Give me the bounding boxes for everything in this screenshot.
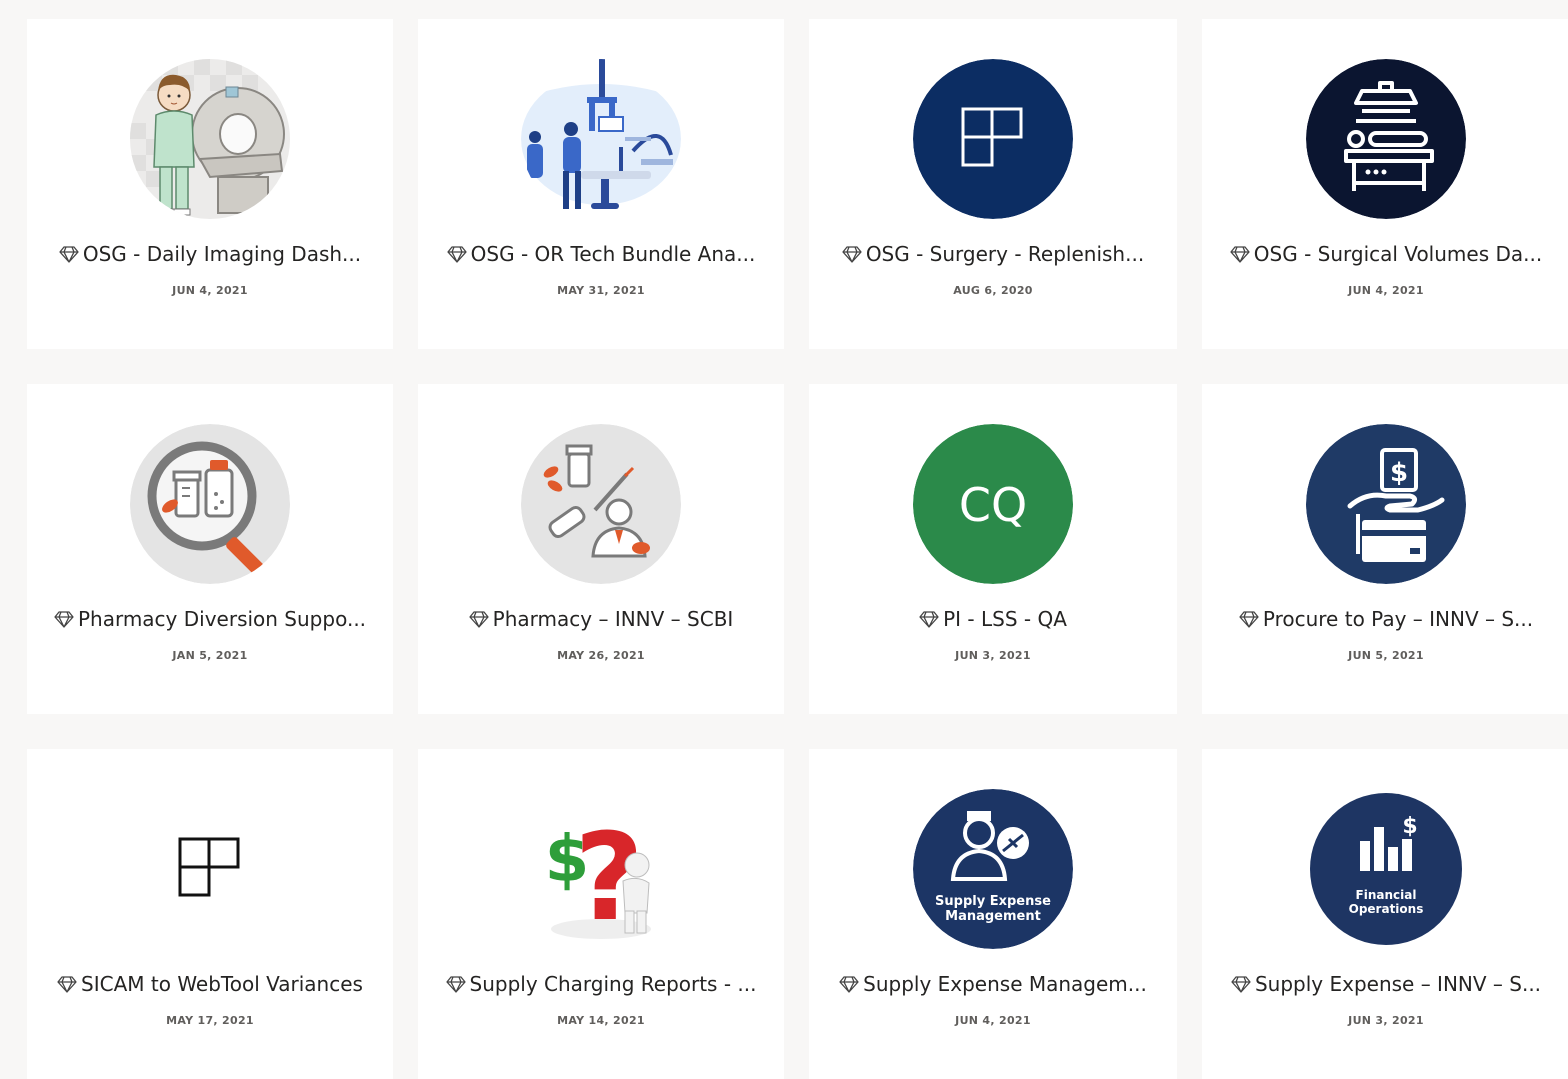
svg-text:$: $ — [1390, 458, 1408, 488]
card-date: MAY 26, 2021 — [557, 649, 645, 662]
question-dollar-figure-icon: $ ? — [521, 789, 681, 949]
card-date: JUN 5, 2021 — [1348, 649, 1424, 662]
app-grid-icon — [913, 59, 1073, 219]
report-card[interactable]: $ ? Supply Charging Reports - ... MAY 14… — [418, 749, 784, 1079]
card-title-row[interactable]: SICAM to WebTool Variances — [37, 971, 383, 997]
supply-expense-management-logo: Supply Expense Management — [913, 789, 1073, 949]
diamond-icon — [919, 611, 939, 628]
card-title-row[interactable]: Supply Charging Reports - ... — [428, 971, 774, 997]
initials-avatar: CQ — [913, 424, 1073, 584]
card-title[interactable]: OSG - OR Tech Bundle Ana... — [471, 242, 756, 266]
card-title[interactable]: Supply Expense – INNV – S... — [1255, 972, 1541, 996]
diamond-icon — [1230, 246, 1250, 263]
financial-operations-logo: $ Financial Operations — [1306, 789, 1466, 949]
ct-scanner-technician-illustration — [130, 59, 290, 219]
card-title-row[interactable]: OSG - Daily Imaging Dash... — [37, 241, 383, 267]
report-card[interactable]: OSG - Surgical Volumes Da... JUN 4, 2021 — [1202, 19, 1568, 349]
hand-payment-icon: $ — [1306, 424, 1466, 584]
card-date: JUN 3, 2021 — [955, 649, 1031, 662]
card-title[interactable]: Pharmacy – INNV – SCBI — [493, 607, 734, 631]
card-title-row[interactable]: Supply Expense Managem... — [819, 971, 1167, 997]
diamond-icon — [842, 246, 862, 263]
report-card[interactable]: $ Procure to Pay – INNV – S... JUN 5, 20… — [1202, 384, 1568, 714]
report-card[interactable]: Pharmacy – INNV – SCBI MAY 26, 2021 — [418, 384, 784, 714]
logo-line-1: Financial — [1356, 888, 1417, 902]
diamond-icon — [57, 976, 77, 993]
diamond-icon — [447, 246, 467, 263]
report-card[interactable]: $ Financial Operations Supply Expense – … — [1202, 749, 1568, 1079]
logo-line-2: Management — [945, 909, 1041, 924]
card-title[interactable]: OSG - Surgery - Replenish... — [866, 242, 1144, 266]
diamond-icon — [1239, 611, 1259, 628]
card-title-row[interactable]: OSG - OR Tech Bundle Ana... — [428, 241, 774, 267]
card-title-row[interactable]: PI - LSS - QA — [819, 606, 1167, 632]
card-date: MAY 17, 2021 — [166, 1014, 254, 1027]
card-date: JAN 5, 2021 — [172, 649, 248, 662]
card-title[interactable]: Pharmacy Diversion Suppo... — [78, 607, 366, 631]
app-grid-icon — [130, 789, 290, 949]
report-card[interactable]: CQ PI - LSS - QA JUN 3, 2021 — [809, 384, 1177, 714]
card-title-row[interactable]: Procure to Pay – INNV – S... — [1212, 606, 1560, 632]
card-title-row[interactable]: Pharmacy Diversion Suppo... — [37, 606, 383, 632]
report-grid: OSG - Daily Imaging Dash... JUN 4, 2021 — [27, 19, 1568, 1079]
card-title[interactable]: Supply Charging Reports - ... — [470, 972, 757, 996]
magnifier-medication-icon — [130, 424, 290, 584]
diamond-icon — [1231, 976, 1251, 993]
report-card[interactable]: Pharmacy Diversion Suppo... JAN 5, 2021 — [27, 384, 393, 714]
card-title[interactable]: Supply Expense Managem... — [863, 972, 1147, 996]
card-title-row[interactable]: OSG - Surgery - Replenish... — [819, 241, 1167, 267]
card-title-row[interactable]: Pharmacy – INNV – SCBI — [428, 606, 774, 632]
operating-room-illustration — [521, 59, 681, 219]
report-card[interactable]: OSG - OR Tech Bundle Ana... MAY 31, 2021 — [418, 19, 784, 349]
card-date: JUN 3, 2021 — [1348, 1014, 1424, 1027]
diamond-icon — [54, 611, 74, 628]
card-title[interactable]: SICAM to WebTool Variances — [81, 972, 363, 996]
card-title-row[interactable]: OSG - Surgical Volumes Da... — [1212, 241, 1560, 267]
report-card[interactable]: SICAM to WebTool Variances MAY 17, 2021 — [27, 749, 393, 1079]
card-date: MAY 14, 2021 — [557, 1014, 645, 1027]
pharmacist-medication-icon — [521, 424, 681, 584]
svg-text:$: $ — [1402, 814, 1417, 839]
diamond-icon — [59, 246, 79, 263]
diamond-icon — [469, 611, 489, 628]
card-title[interactable]: OSG - Surgical Volumes Da... — [1254, 242, 1542, 266]
card-date: AUG 6, 2020 — [953, 284, 1033, 297]
card-date: JUN 4, 2021 — [172, 284, 248, 297]
card-title[interactable]: Procure to Pay – INNV – S... — [1263, 607, 1533, 631]
logo-line-2: Operations — [1349, 902, 1424, 916]
card-date: JUN 4, 2021 — [955, 1014, 1031, 1027]
report-card[interactable]: OSG - Daily Imaging Dash... JUN 4, 2021 — [27, 19, 393, 349]
diamond-icon — [445, 976, 466, 993]
report-card[interactable]: Supply Expense Management Supply Expense… — [809, 749, 1177, 1079]
report-card[interactable]: OSG - Surgery - Replenish... AUG 6, 2020 — [809, 19, 1177, 349]
card-title-row[interactable]: Supply Expense – INNV – S... — [1212, 971, 1560, 997]
card-title[interactable]: OSG - Daily Imaging Dash... — [83, 242, 361, 266]
card-date: MAY 31, 2021 — [557, 284, 645, 297]
surgical-table-light-icon — [1306, 59, 1466, 219]
diamond-icon — [839, 976, 859, 993]
card-title[interactable]: PI - LSS - QA — [943, 607, 1067, 631]
avatar-initials: CQ — [959, 478, 1027, 532]
card-date: JUN 4, 2021 — [1348, 284, 1424, 297]
logo-line-1: Supply Expense — [935, 894, 1051, 909]
